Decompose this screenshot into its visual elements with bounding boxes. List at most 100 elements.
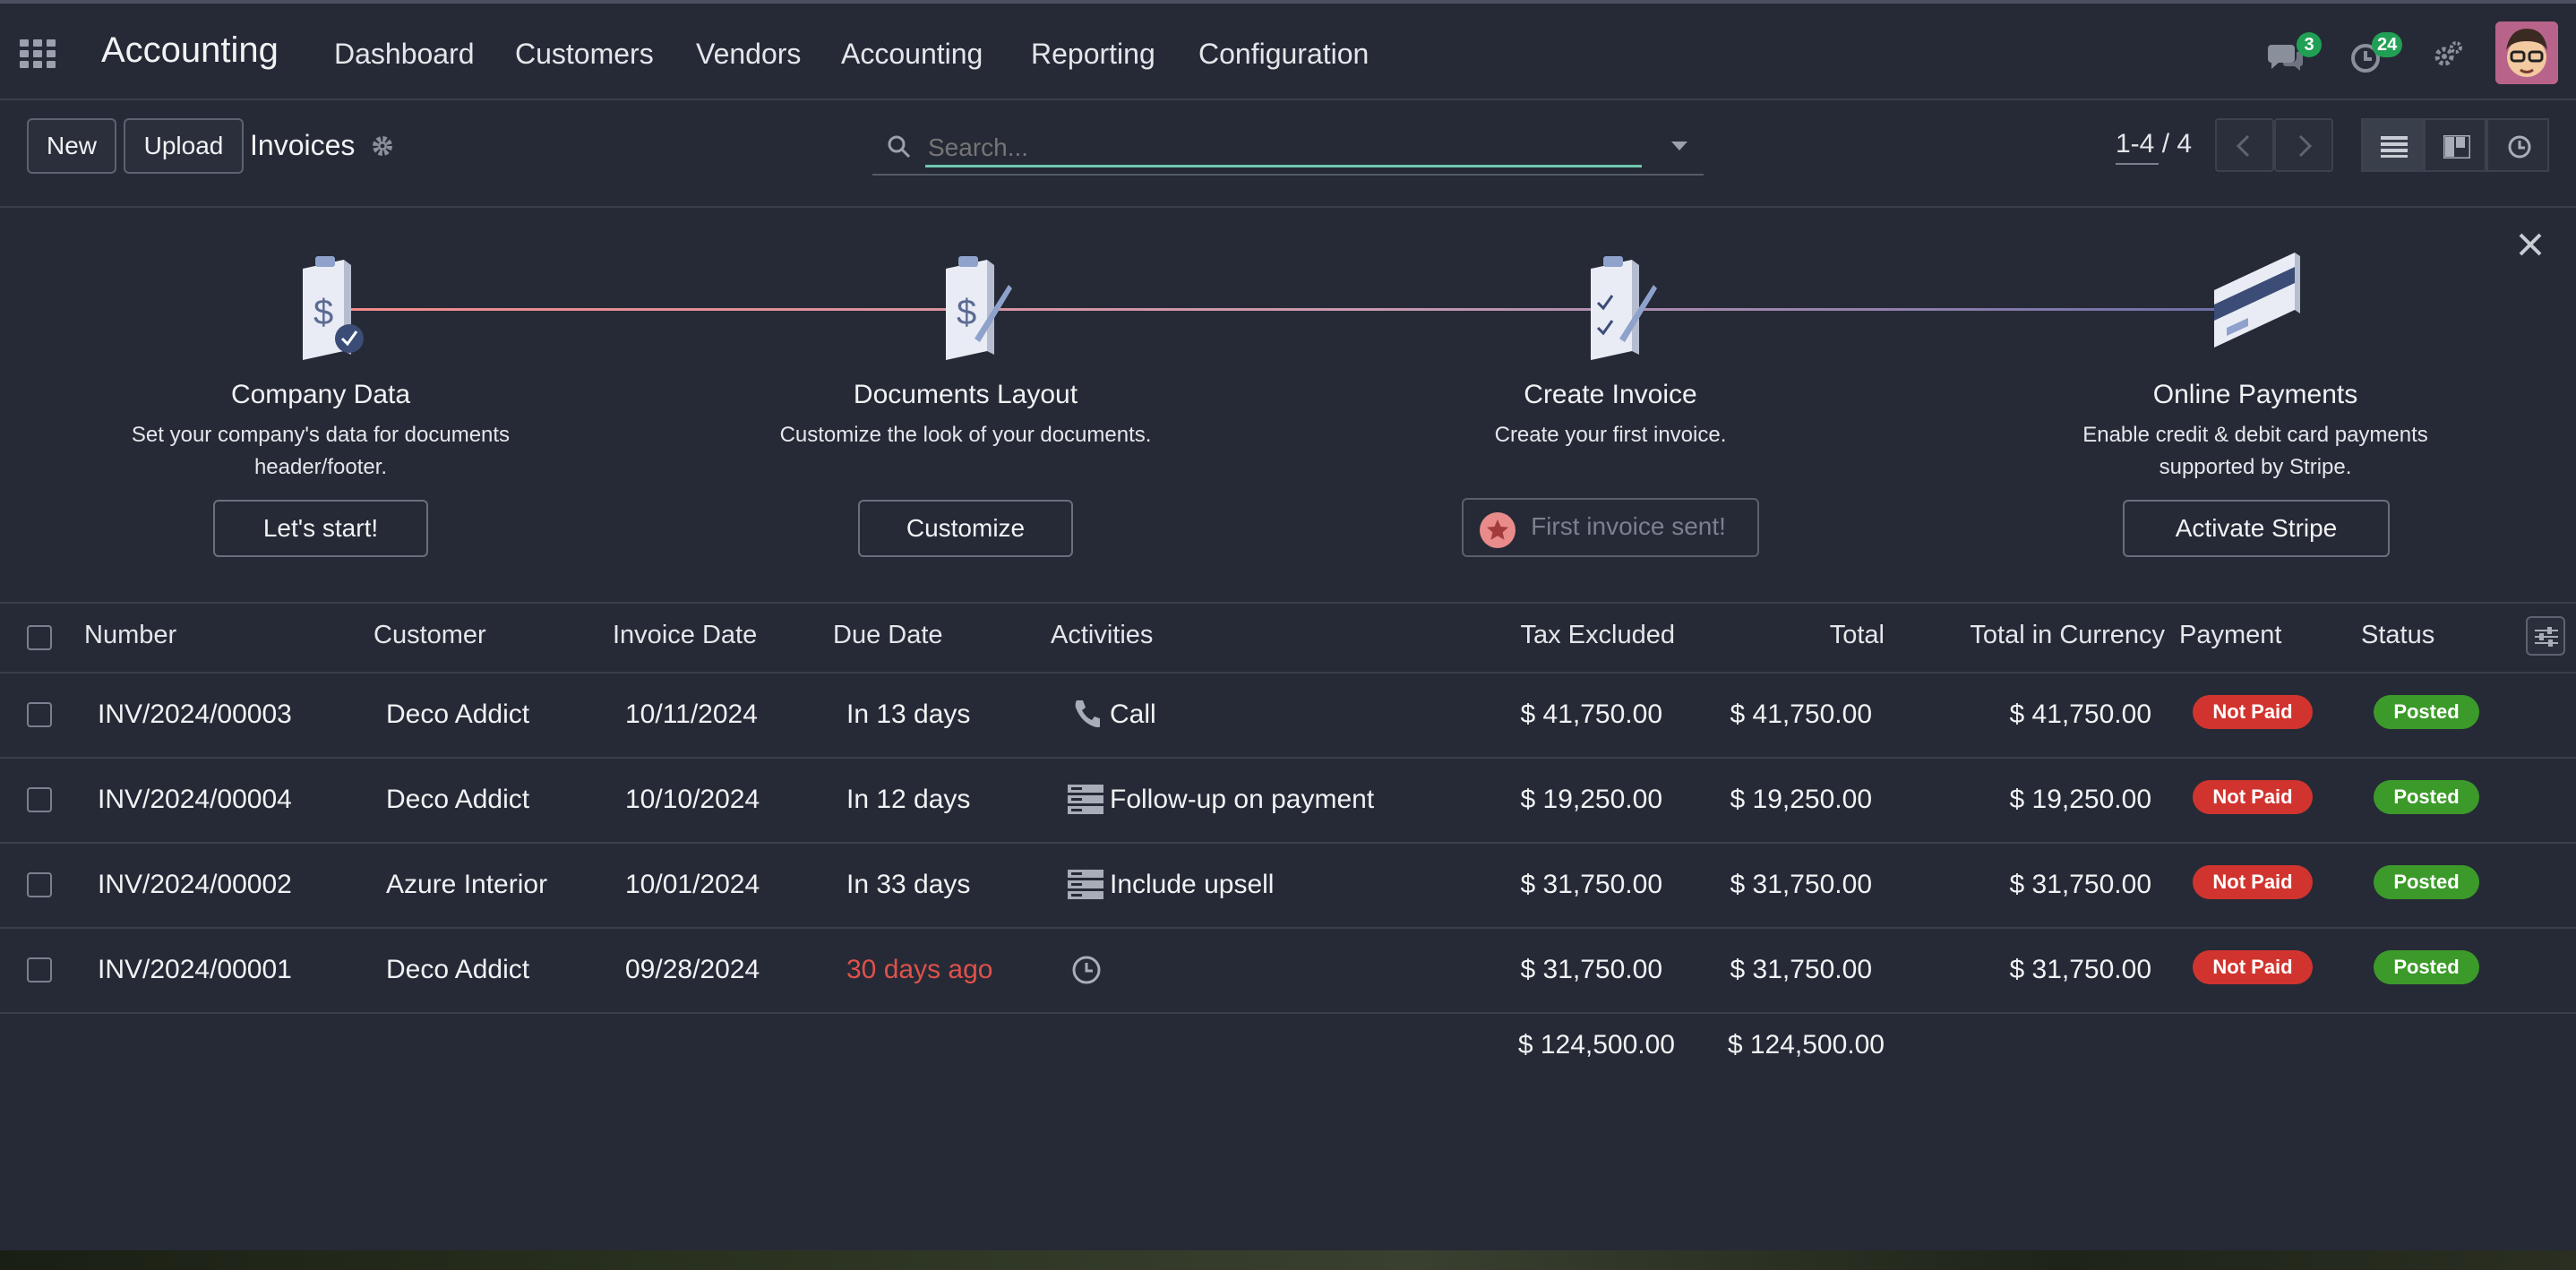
upload-button[interactable]: Upload bbox=[124, 118, 244, 174]
kanban-view-icon bbox=[2443, 135, 2470, 159]
status-badge: Posted bbox=[2374, 695, 2479, 729]
select-all-checkbox[interactable] bbox=[27, 625, 52, 650]
row-checkbox[interactable] bbox=[27, 872, 52, 897]
column-header-total-in-currency[interactable]: Total in Currency bbox=[1899, 621, 2165, 650]
pager-next-button[interactable] bbox=[2274, 118, 2333, 172]
pager-value[interactable]: 1-4 / 4 bbox=[2116, 129, 2192, 159]
activities-count-badge: 24 bbox=[2372, 32, 2403, 57]
menu-accounting[interactable]: Accounting bbox=[841, 38, 983, 71]
invoice-date: 09/28/2024 bbox=[625, 955, 760, 984]
step-title-documents-layout: Documents Layout bbox=[853, 380, 1078, 409]
chevron-left-icon bbox=[2236, 134, 2250, 158]
step-desc-line: header/footer. bbox=[253, 455, 388, 479]
total-amount: $ 41,750.00 bbox=[1730, 699, 1872, 729]
menu-reporting[interactable]: Reporting bbox=[1031, 38, 1155, 71]
status-badge: Posted bbox=[2374, 865, 2479, 899]
server-list-icon[interactable] bbox=[1068, 785, 1103, 815]
sum-tax-excluded: $ 124,500.00 bbox=[1517, 1030, 1675, 1060]
step-desc-line: Create your first invoice. bbox=[1494, 423, 1727, 447]
activities-button[interactable]: 24 bbox=[2347, 32, 2418, 79]
pager-previous-button[interactable] bbox=[2215, 118, 2274, 172]
desktop-wallpaper-strip bbox=[0, 1250, 2576, 1270]
search-input[interactable] bbox=[926, 129, 1637, 167]
total-in-currency-amount: $ 31,750.00 bbox=[2009, 955, 2151, 984]
step-desc-line: supported by Stripe. bbox=[2159, 455, 2352, 479]
kanban-view-button[interactable] bbox=[2424, 118, 2486, 172]
clipboard-checklist-icon bbox=[1591, 256, 1657, 360]
payment-status-badge: Not Paid bbox=[2193, 950, 2313, 984]
step-title-company-data: Company Data bbox=[230, 380, 411, 409]
activity-summary[interactable]: Follow-up on payment bbox=[1110, 785, 1374, 815]
column-header-activities[interactable]: Activities bbox=[1051, 621, 1153, 650]
column-header-status[interactable]: Status bbox=[2361, 621, 2434, 650]
customize-button[interactable]: Customize bbox=[858, 500, 1073, 557]
avatar[interactable] bbox=[2495, 21, 2558, 84]
step-desc-documents-layout: Customize the look of your documents. bbox=[733, 419, 1198, 451]
gear-icon[interactable] bbox=[371, 134, 394, 158]
invoice-number: INV/2024/00003 bbox=[98, 699, 292, 729]
step-desc-line: Customize the look of your documents. bbox=[779, 423, 1152, 447]
svg-text:$: $ bbox=[313, 293, 333, 332]
column-header-due-date[interactable]: Due Date bbox=[833, 621, 943, 650]
invoice-date: 10/10/2024 bbox=[625, 785, 760, 814]
tax-excluded-amount: $ 41,750.00 bbox=[1520, 699, 1662, 729]
activity-summary[interactable]: Include upsell bbox=[1110, 870, 1274, 900]
activate-stripe-button[interactable]: Activate Stripe bbox=[2123, 500, 2390, 557]
app-window: Accounting Dashboard Customers Vendors A… bbox=[0, 0, 2576, 1250]
menu-customers[interactable]: Customers bbox=[515, 38, 654, 71]
due-date: In 33 days bbox=[846, 870, 971, 899]
total-amount: $ 19,250.00 bbox=[1730, 785, 1872, 814]
phone-icon[interactable] bbox=[1071, 699, 1100, 727]
lets-start-button[interactable]: Let's start! bbox=[213, 500, 428, 557]
row-checkbox[interactable] bbox=[27, 957, 52, 983]
step-desc-create-invoice: Create your first invoice. bbox=[1378, 419, 1843, 451]
activity-view-button[interactable] bbox=[2486, 118, 2549, 172]
column-header-payment[interactable]: Payment bbox=[2179, 621, 2281, 650]
step-title-create-invoice: Create Invoice bbox=[1524, 380, 1697, 409]
onboarding-progress-line bbox=[340, 308, 2221, 311]
step-desc-line: Set your company's data for documents bbox=[131, 423, 511, 447]
column-header-total[interactable]: Total bbox=[1720, 621, 1885, 650]
row-checkbox[interactable] bbox=[27, 702, 52, 727]
due-date: In 13 days bbox=[846, 699, 971, 729]
customer-name: Azure Interior bbox=[386, 870, 548, 899]
new-button[interactable]: New bbox=[27, 118, 116, 174]
search-dropdown-toggle[interactable] bbox=[1670, 140, 1689, 152]
clock-icon[interactable] bbox=[1071, 955, 1102, 985]
activity-summary[interactable]: Call bbox=[1110, 699, 1156, 730]
pager-underline bbox=[2116, 163, 2159, 165]
tax-excluded-amount: $ 31,750.00 bbox=[1520, 955, 1662, 984]
tax-excluded-amount: $ 31,750.00 bbox=[1520, 870, 1662, 899]
column-header-invoice-date[interactable]: Invoice Date bbox=[613, 621, 757, 650]
column-header-number[interactable]: Number bbox=[84, 621, 176, 650]
row-checkbox[interactable] bbox=[27, 787, 52, 812]
column-header-customer[interactable]: Customer bbox=[374, 621, 486, 650]
invoice-date: 10/01/2024 bbox=[625, 870, 760, 899]
messages-button[interactable]: 3 bbox=[2266, 32, 2338, 79]
onboarding-panel: $ Company Data Set your company's data f… bbox=[0, 208, 2576, 602]
status-badge: Posted bbox=[2374, 950, 2479, 984]
app-title[interactable]: Accounting bbox=[101, 30, 279, 71]
step-title-online-payments: Online Payments bbox=[2152, 380, 2358, 409]
menu-configuration[interactable]: Configuration bbox=[1198, 38, 1369, 71]
invoice-number: INV/2024/00002 bbox=[98, 870, 292, 899]
customer-name: Deco Addict bbox=[386, 699, 530, 729]
payment-status-badge: Not Paid bbox=[2193, 780, 2313, 814]
payment-status-badge: Not Paid bbox=[2193, 865, 2313, 899]
menu-vendors[interactable]: Vendors bbox=[696, 38, 801, 71]
first-invoice-sent-button: First invoice sent! bbox=[1462, 498, 1759, 557]
total-in-currency-amount: $ 31,750.00 bbox=[2009, 870, 2151, 899]
optional-columns-toggle[interactable] bbox=[2526, 616, 2565, 656]
step-desc-company-data: Set your company's data for documents he… bbox=[88, 419, 554, 484]
status-badge: Posted bbox=[2374, 780, 2479, 814]
column-header-tax-excluded[interactable]: Tax Excluded bbox=[1451, 621, 1676, 650]
payment-status-badge: Not Paid bbox=[2193, 695, 2313, 729]
debug-gears-icon[interactable] bbox=[2433, 39, 2463, 70]
app-grid-icon[interactable] bbox=[20, 39, 59, 68]
menu-dashboard[interactable]: Dashboard bbox=[334, 38, 475, 71]
invoice-number: INV/2024/00001 bbox=[98, 955, 292, 984]
list-view-button[interactable] bbox=[2361, 118, 2424, 172]
server-list-icon[interactable] bbox=[1068, 870, 1103, 900]
close-icon[interactable] bbox=[2517, 231, 2544, 258]
tax-excluded-amount: $ 19,250.00 bbox=[1520, 785, 1662, 814]
